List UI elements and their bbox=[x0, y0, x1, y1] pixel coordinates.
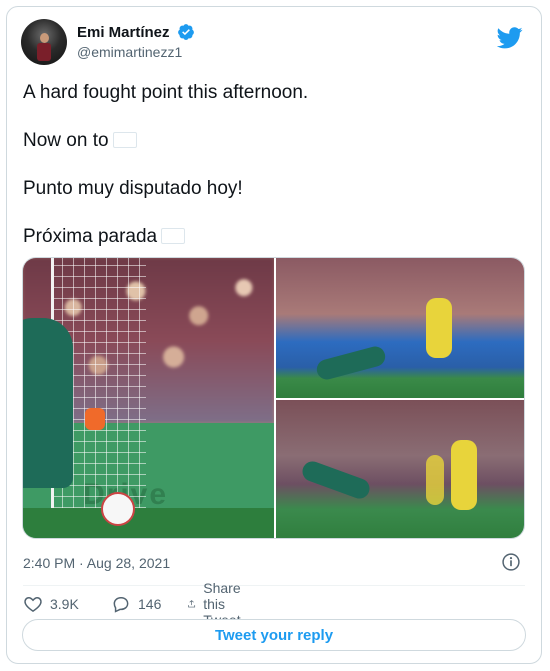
photo-ball bbox=[101, 492, 135, 526]
like-action[interactable]: 3.9K bbox=[23, 593, 79, 615]
argentina-flag-icon bbox=[112, 132, 137, 148]
info-icon[interactable] bbox=[501, 552, 521, 572]
avatar-head bbox=[40, 33, 49, 43]
reply-count: 146 bbox=[138, 596, 162, 612]
verified-badge-icon bbox=[178, 24, 194, 40]
tweet-line-4-text: Próxima parada bbox=[23, 226, 158, 247]
tweet-line-1: A hard fought point this afternoon. bbox=[23, 82, 309, 103]
like-count: 3.9K bbox=[50, 596, 79, 612]
photo-player-yellow bbox=[426, 298, 452, 358]
media-image-1[interactable]: Drive bbox=[23, 258, 274, 538]
share-upload-icon bbox=[188, 600, 196, 608]
photo-goalkeeper-kicking bbox=[299, 458, 373, 502]
tweet-header: Emi Martínez @emimartinezz1 bbox=[21, 19, 527, 69]
argentina-flag-icon bbox=[161, 228, 186, 244]
author-info[interactable]: Emi Martínez @emimartinezz1 bbox=[77, 23, 195, 60]
avatar[interactable] bbox=[21, 19, 67, 65]
tweet-line-3: Punto muy disputado hoy! bbox=[23, 178, 243, 199]
photo-player-yellow-2 bbox=[426, 455, 444, 505]
photo-glove bbox=[85, 408, 105, 430]
tweet-reply-button[interactable]: Tweet your reply bbox=[22, 619, 526, 651]
photo-player-yellow bbox=[451, 440, 477, 510]
media-image-2[interactable] bbox=[276, 258, 524, 398]
tweet-media-grid: Drive bbox=[22, 257, 525, 539]
media-image-3[interactable] bbox=[276, 400, 524, 538]
avatar-jersey bbox=[37, 43, 51, 61]
handle[interactable]: @emimartinezz1 bbox=[77, 44, 195, 60]
display-name[interactable]: Emi Martínez bbox=[77, 24, 170, 41]
speech-bubble-icon bbox=[113, 597, 129, 613]
tweet-line-2: Now on to bbox=[23, 129, 525, 153]
tweet-line-4: Próxima parada bbox=[23, 225, 525, 249]
photo-goalkeeper bbox=[23, 318, 73, 488]
divider bbox=[23, 585, 525, 586]
photo-pitch bbox=[23, 508, 274, 538]
heart-icon bbox=[24, 596, 42, 612]
twitter-bird-icon[interactable] bbox=[497, 27, 523, 49]
tweet-line-2-text: Now on to bbox=[23, 130, 109, 151]
tweet-text: A hard fought point this afternoon. Now … bbox=[23, 81, 525, 273]
tweet-timestamp[interactable]: 2:40 PM · Aug 28, 2021 bbox=[23, 555, 170, 571]
reply-action[interactable]: 146 bbox=[111, 593, 161, 615]
share-action[interactable]: Share this Tweet bbox=[187, 580, 251, 628]
tweet-card: Emi Martínez @emimartinezz1 A hard fough… bbox=[6, 6, 542, 664]
photo-goalkeeper-diving bbox=[314, 344, 388, 382]
